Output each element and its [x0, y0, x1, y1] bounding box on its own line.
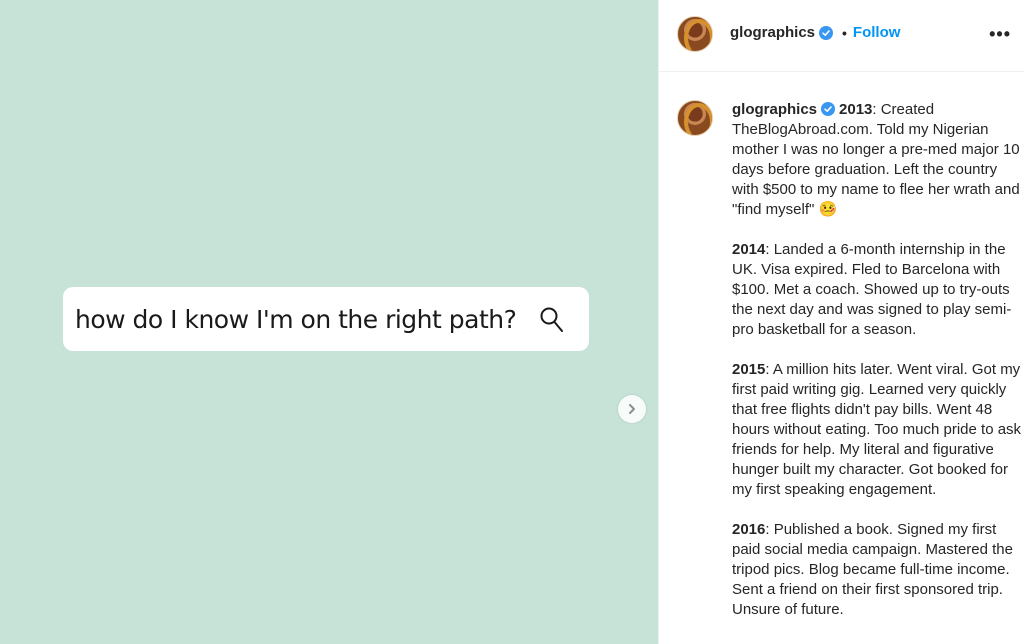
- caption-year: 2014: [732, 241, 766, 258]
- header-user-row: glographics • Follow: [730, 24, 900, 41]
- caption-text: : Landed a 6-month internship in the UK.…: [732, 241, 1012, 338]
- post-caption: glographics 2013: Created TheBlogAbroad.c…: [732, 100, 1022, 640]
- search-bar-text: how do I know I'm on the right path?: [75, 304, 517, 334]
- caption-paragraph: 2014: Landed a 6-month internship in the…: [732, 240, 1022, 340]
- separator-dot: •: [842, 24, 847, 41]
- caption-year: 2013: [839, 101, 873, 118]
- avatar[interactable]: [677, 16, 713, 52]
- verified-badge-icon: [821, 101, 836, 116]
- verified-badge-icon: [819, 25, 834, 40]
- caption-year: 2016: [732, 521, 766, 538]
- caption-text: : Published a book. Signed my first paid…: [732, 521, 1013, 618]
- caption-username[interactable]: glographics: [732, 101, 817, 118]
- caption-paragraph: 2015: A million hits later. Went viral. …: [732, 360, 1022, 500]
- search-bar-graphic: how do I know I'm on the right path?: [63, 287, 589, 351]
- caption-avatar[interactable]: [677, 100, 713, 136]
- post-sidebar: glographics • Follow ••• glographics 2013…: [658, 0, 1024, 644]
- search-icon: [540, 307, 563, 332]
- caption-text: : Created TheBlogAbroad.com. Told my Nig…: [732, 101, 1020, 218]
- caption-paragraph: glographics 2013: Created TheBlogAbroad.c…: [732, 100, 1022, 220]
- post-header: glographics • Follow •••: [659, 0, 1024, 72]
- post-media: how do I know I'm on the right path?: [0, 0, 658, 644]
- follow-button[interactable]: Follow: [853, 24, 901, 41]
- caption-paragraph: 2016: Published a book. Signed my first …: [732, 520, 1022, 620]
- chevron-right-icon: [629, 404, 635, 414]
- more-options-button[interactable]: •••: [989, 24, 1011, 45]
- header-username[interactable]: glographics: [730, 24, 815, 41]
- caption-text: : A million hits later. Went viral. Got …: [732, 361, 1022, 498]
- next-slide-button[interactable]: [618, 395, 646, 423]
- caption-year: 2015: [732, 361, 766, 378]
